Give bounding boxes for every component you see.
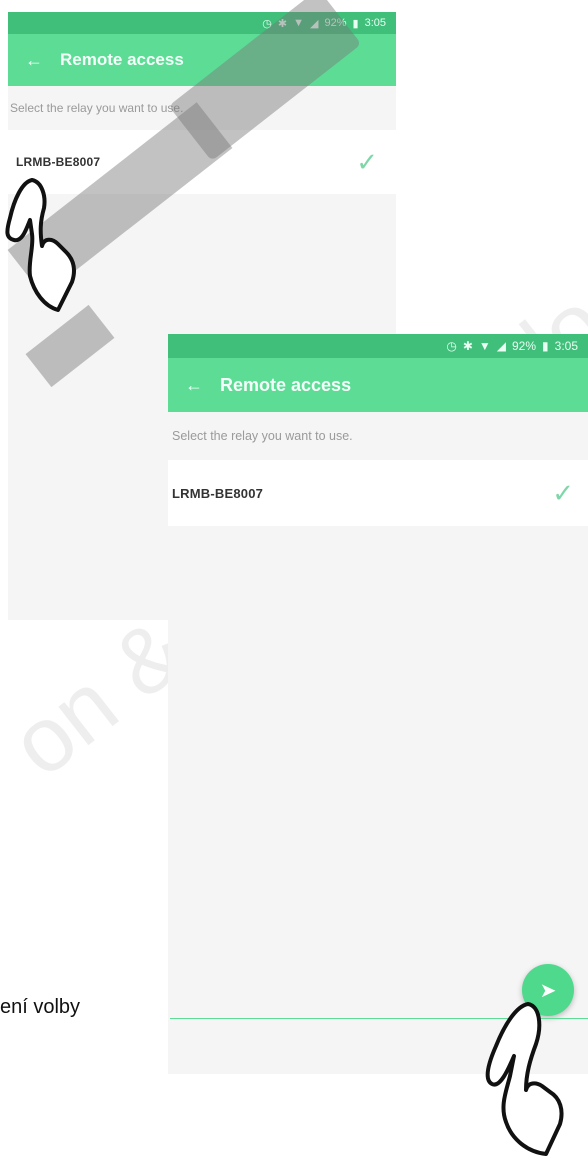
- battery-icon: ▮: [352, 17, 359, 30]
- wifi-icon: ▼: [478, 339, 491, 353]
- hand-pointer-icon: [485, 1002, 564, 1156]
- battery-icon: ▮: [542, 339, 549, 353]
- alarm-icon: ◷: [262, 17, 272, 30]
- send-icon: ➤: [539, 979, 557, 1002]
- back-arrow-icon[interactable]: ←: [168, 375, 220, 396]
- relay-name: LRMB-BE8007: [16, 155, 101, 169]
- hand-pointer-icon: [5, 178, 76, 312]
- phone-screen-front: ◷ ✱ ▼ ◢ 92% ▮ 3:05 ← Remote access Selec…: [168, 334, 588, 1074]
- clock: 3:05: [554, 339, 578, 353]
- back-arrow-icon[interactable]: ←: [8, 50, 60, 71]
- app-bar: ← Remote access: [8, 34, 396, 86]
- signal-icon: ◢: [310, 17, 319, 30]
- checkmark-icon: ✓: [356, 146, 378, 177]
- battery-percent: 92%: [512, 339, 537, 353]
- bluetooth-icon: ✱: [462, 339, 473, 353]
- wifi-icon: ▼: [293, 17, 305, 29]
- status-bar: ◷ ✱ ▼ ◢ 92% ▮ 3:05: [168, 334, 588, 358]
- instruction-text: Select the relay you want to use.: [172, 429, 353, 443]
- relay-list-item[interactable]: LRMB-BE8007 ✓: [168, 460, 588, 526]
- bluetooth-icon: ✱: [277, 17, 288, 30]
- status-bar: ◷ ✱ ▼ ◢ 92% ▮ 3:05: [8, 12, 396, 34]
- alarm-icon: ◷: [446, 339, 457, 353]
- app-bar: ← Remote access: [168, 358, 588, 412]
- caption-text: ení volby: [0, 996, 81, 1018]
- clock: 3:05: [364, 17, 386, 29]
- relay-name: LRMB-BE8007: [172, 485, 264, 501]
- signal-icon: ◢: [496, 339, 506, 353]
- checkmark-icon: ✓: [552, 477, 574, 508]
- battery-percent: 92%: [324, 17, 347, 29]
- screen-title: Remote access: [60, 50, 184, 69]
- instruction-text: Select the relay you want to use.: [10, 101, 184, 115]
- screen-title: Remote access: [220, 374, 352, 395]
